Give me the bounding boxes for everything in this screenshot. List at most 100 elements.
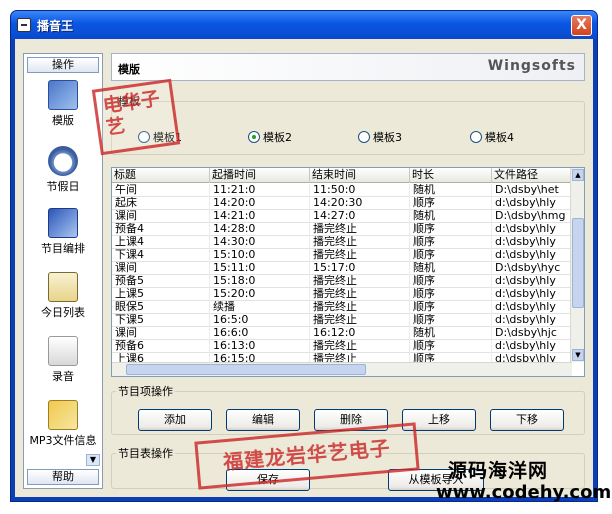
table-cell: 随机 — [410, 210, 492, 223]
system-menu-icon[interactable] — [17, 18, 31, 32]
table-row[interactable]: 下课5 16:5:0 播完终止 顺序 d:\dsby\hly — [112, 314, 572, 327]
table-row[interactable]: 上课4 14:30:0 播完终止 顺序 d:\dsby\hly — [112, 236, 572, 249]
table-horizontal-scrollbar[interactable] — [112, 362, 572, 376]
today-list-icon — [48, 272, 78, 302]
table-cell: 16:6:0 — [210, 327, 310, 340]
music-note-icon — [48, 336, 78, 366]
page-title: 模版 — [118, 63, 140, 76]
sidebar-item-holiday[interactable]: 节假日 — [24, 146, 102, 194]
sidebar-item-template[interactable]: 模版 — [24, 80, 102, 128]
column-header[interactable]: 时长 — [410, 168, 492, 183]
table-cell: 顺序 — [410, 301, 492, 314]
table-cell: 15:20:0 — [210, 288, 310, 301]
red-seal-stamp-top: 电华子艺 — [91, 78, 181, 156]
table-cell: 续播 — [210, 301, 310, 314]
table-vertical-scrollbar[interactable]: ▲ ▼ — [570, 168, 584, 362]
scroll-up-icon[interactable]: ▲ — [572, 169, 584, 181]
table-cell: d:\dsby\hly — [492, 301, 572, 314]
move-down-button[interactable]: 下移 — [490, 409, 564, 431]
column-header[interactable]: 起播时间 — [210, 168, 310, 183]
program-edit-icon — [48, 208, 78, 238]
sidebar-item-label: MP3文件信息 — [29, 434, 97, 447]
table-row[interactable]: 上课5 15:20:0 播完终止 顺序 d:\dsby\hly — [112, 288, 572, 301]
sidebar-scroll-down-button[interactable]: ▼ — [86, 454, 100, 466]
column-header[interactable]: 结束时间 — [310, 168, 410, 183]
radio-template-4[interactable]: 模板4 — [470, 129, 514, 145]
table-cell: 15:10:0 — [210, 249, 310, 262]
table-cell: 14:30:0 — [210, 236, 310, 249]
table-cell: 14:20:0 — [210, 197, 310, 210]
column-header[interactable]: 标题 — [112, 168, 210, 183]
table-row[interactable]: 预备5 15:18:0 播完终止 顺序 d:\dsby\hly — [112, 275, 572, 288]
table-row[interactable]: 午间 11:21:0 11:50:0 随机 D:\dsby\het — [112, 184, 572, 197]
table-row[interactable]: 预备4 14:28:0 播完终止 顺序 d:\dsby\hly — [112, 223, 572, 236]
table-cell: 11:50:0 — [310, 184, 410, 197]
table-row[interactable]: 课间 16:6:0 16:12:0 随机 D:\dsby\hjc — [112, 327, 572, 340]
sidebar-help-button[interactable]: 帮助 — [27, 469, 99, 485]
table-cell: D:\dsby\hyc — [492, 262, 572, 275]
sidebar-item-label: 录音 — [52, 370, 74, 383]
column-header[interactable]: 文件路径 — [492, 168, 572, 183]
table-cell: 播完终止 — [310, 301, 410, 314]
item-operations-legend: 节目项操作 — [118, 385, 173, 398]
table-row[interactable]: 预备6 16:13:0 播完终止 顺序 d:\dsby\hly — [112, 340, 572, 353]
add-button[interactable]: 添加 — [138, 409, 212, 431]
table-cell: 随机 — [410, 327, 492, 340]
horizontal-scroll-thumb[interactable] — [126, 364, 366, 375]
vertical-scroll-thumb[interactable] — [572, 218, 584, 308]
table-cell: 顺序 — [410, 275, 492, 288]
table-cell: d:\dsby\hly — [492, 288, 572, 301]
holiday-clock-icon — [48, 146, 78, 176]
mp3-folder-icon — [48, 400, 78, 430]
table-cell: 15:18:0 — [210, 275, 310, 288]
sidebar-item-mp3-info[interactable]: MP3文件信息 — [24, 400, 102, 448]
table-cell: d:\dsby\hly — [492, 197, 572, 210]
table-cell: d:\dsby\hly — [492, 249, 572, 262]
table-row[interactable]: 眼保5 续播 播完终止 顺序 d:\dsby\hly — [112, 301, 572, 314]
radio-label: 模板4 — [485, 131, 514, 144]
table-cell: d:\dsby\hly — [492, 236, 572, 249]
sidebar-operations-header[interactable]: 操作 — [27, 57, 99, 73]
table-cell: d:\dsby\hly — [492, 275, 572, 288]
table-row[interactable]: 下课4 15:10:0 播完终止 顺序 d:\dsby\hly — [112, 249, 572, 262]
table-cell: 15:11:0 — [210, 262, 310, 275]
template-group: 模板 模板1 模板2 模板3 模板4 — [111, 93, 585, 155]
main-panel: 模版 Wingsofts 模板 模板1 模板2 模板3 模板4 标题 起播时间 … — [111, 53, 585, 491]
table-cell: 16:13:0 — [210, 340, 310, 353]
sidebar-item-today-list[interactable]: 今日列表 — [24, 272, 102, 320]
radio-template-3[interactable]: 模板3 — [358, 129, 402, 145]
sidebar-item-label: 节目编排 — [41, 242, 85, 255]
window-title: 播音王 — [37, 19, 74, 33]
main-window: 播音王 X 操作 模版 节假日 节目编排 今日列表 录音 MP3文件信息 ▼ 帮… — [10, 10, 598, 502]
table-cell: d:\dsby\hly — [492, 314, 572, 327]
table-cell: 14:20:30 — [310, 197, 410, 210]
brand-logo: Wingsofts — [487, 58, 576, 74]
table-cell: 眼保5 — [112, 301, 210, 314]
table-cell: 课间 — [112, 327, 210, 340]
table-cell: 下课5 — [112, 314, 210, 327]
program-table[interactable]: 标题 起播时间 结束时间 时长 文件路径 午间 11:21:0 11:50:0 随机 D… — [111, 167, 585, 377]
edit-button[interactable]: 编辑 — [226, 409, 300, 431]
table-cell: 15:17:0 — [310, 262, 410, 275]
table-cell: D:\dsby\het — [492, 184, 572, 197]
template-icon — [48, 80, 78, 110]
table-cell: 14:21:0 — [210, 210, 310, 223]
close-button[interactable]: X — [571, 15, 592, 36]
title-bar[interactable]: 播音王 X — [11, 11, 597, 39]
sidebar-item-record[interactable]: 录音 — [24, 336, 102, 384]
table-cell: D:\dsby\hmg — [492, 210, 572, 223]
table-cell: d:\dsby\hly — [492, 223, 572, 236]
table-operations-legend: 节目表操作 — [118, 447, 173, 460]
table-row[interactable]: 起床 14:20:0 14:20:30 顺序 d:\dsby\hly — [112, 197, 572, 210]
table-cell: 上课4 — [112, 236, 210, 249]
table-cell: D:\dsby\hjc — [492, 327, 572, 340]
table-cell: 播完终止 — [310, 236, 410, 249]
sidebar-item-program-edit[interactable]: 节目编排 — [24, 208, 102, 256]
radio-template-2[interactable]: 模板2 — [248, 129, 292, 145]
scroll-down-icon[interactable]: ▼ — [572, 349, 584, 361]
sidebar-item-label: 模版 — [52, 114, 74, 127]
table-row[interactable]: 课间 15:11:0 15:17:0 随机 D:\dsby\hyc — [112, 262, 572, 275]
panel-header: 模版 Wingsofts — [111, 53, 585, 81]
table-cell: 随机 — [410, 262, 492, 275]
table-row[interactable]: 课间 14:21:0 14:27:0 随机 D:\dsby\hmg — [112, 210, 572, 223]
